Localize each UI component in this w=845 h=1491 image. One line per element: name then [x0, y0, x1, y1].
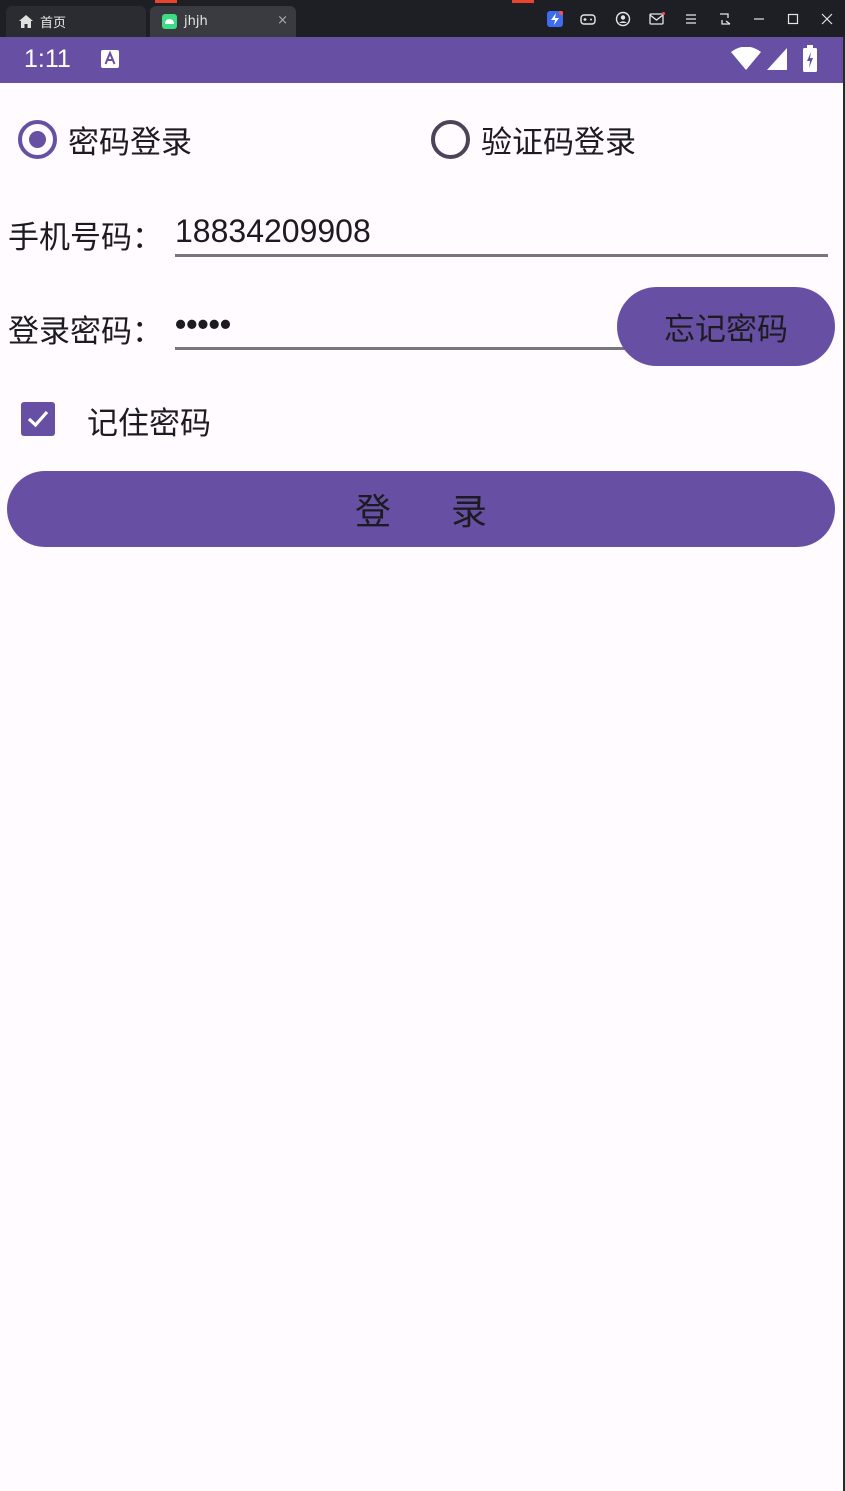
radio-unchecked-icon	[431, 119, 470, 159]
tab-app[interactable]: jhjh ×	[150, 6, 296, 37]
wifi-icon	[730, 46, 762, 75]
phone-label: 手机号码：	[8, 220, 163, 256]
home-icon	[18, 14, 33, 29]
password-input-underline	[175, 347, 625, 350]
status-time: 1:11	[24, 45, 71, 73]
account-icon[interactable]	[615, 11, 631, 27]
keyboard-a-icon	[100, 49, 120, 69]
status-bar: 1:11	[0, 37, 845, 83]
forgot-password-button[interactable]: 忘记密码	[617, 287, 835, 366]
radio-password-login-label: 密码登录	[68, 124, 192, 161]
minimize-icon[interactable]	[751, 11, 767, 27]
android-icon	[162, 14, 177, 29]
mail-icon[interactable]	[649, 11, 665, 27]
radio-code-login[interactable]: 验证码登录	[431, 115, 636, 163]
login-button-label: 登 录	[354, 491, 487, 532]
radio-code-login-label: 验证码登录	[481, 124, 636, 161]
tab-indicator	[155, 0, 177, 3]
signal-icon	[766, 47, 788, 75]
gamepad-icon[interactable]	[580, 11, 596, 27]
screen-rotate-icon[interactable]	[717, 11, 733, 27]
close-window-icon[interactable]	[819, 11, 835, 27]
remember-password-label: 记住密码	[87, 406, 211, 442]
radio-checked-icon	[18, 119, 57, 159]
login-mode-radio-group: 密码登录 验证码登录	[0, 115, 845, 163]
close-tab-icon[interactable]: ×	[277, 13, 288, 28]
tab-home-label: 首页	[40, 16, 67, 31]
checkmark-icon	[27, 410, 49, 428]
menu-icon[interactable]	[683, 11, 699, 27]
phone-input[interactable]	[175, 208, 825, 254]
emulator-title-bar: 首页 jhjh ×	[0, 0, 845, 37]
phone-input-underline	[175, 254, 828, 257]
radio-password-login[interactable]: 密码登录	[18, 115, 192, 163]
remember-password-checkbox[interactable]	[21, 402, 55, 436]
battery-charging-icon	[802, 45, 818, 77]
tab-home[interactable]: 首页	[6, 6, 146, 37]
password-label: 登录密码：	[8, 314, 163, 350]
tab-indicator	[512, 0, 534, 3]
lightning-icon[interactable]	[547, 11, 563, 27]
login-button[interactable]: 登 录	[7, 471, 835, 547]
password-input[interactable]	[175, 302, 615, 346]
tab-app-label: jhjh	[184, 14, 208, 29]
maximize-icon[interactable]	[785, 11, 801, 27]
